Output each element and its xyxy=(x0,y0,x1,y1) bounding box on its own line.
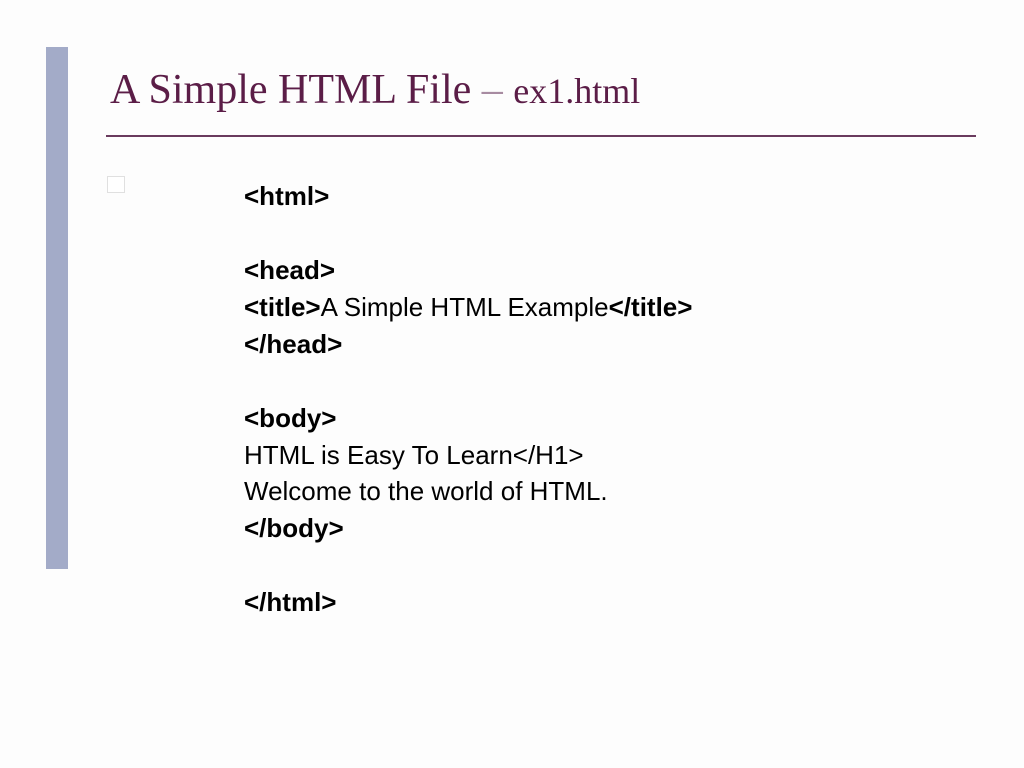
title-main: A Simple HTML File xyxy=(110,67,482,113)
title-underline xyxy=(106,135,976,137)
code-line: <head> xyxy=(244,252,692,289)
slide-title: A Simple HTML File – ex1.html xyxy=(110,66,640,114)
title-sub: ex1.html xyxy=(513,71,640,111)
code-line: <title>A Simple HTML Example</title> xyxy=(244,289,692,326)
code-line: </body> xyxy=(244,510,692,547)
code-blank-line xyxy=(244,363,692,400)
code-line: </html> xyxy=(244,584,692,621)
code-blank-line xyxy=(244,547,692,584)
code-line: HTML is Easy To Learn</H1> xyxy=(244,437,692,474)
code-line: <html> xyxy=(244,178,692,215)
left-accent-bar xyxy=(46,47,68,569)
code-line: Welcome to the world of HTML. xyxy=(244,473,692,510)
code-blank-line xyxy=(244,215,692,252)
code-line: </head> xyxy=(244,326,692,363)
slide: A Simple HTML File – ex1.html <html> <he… xyxy=(0,0,1024,768)
code-line: <body> xyxy=(244,400,692,437)
placeholder-box xyxy=(107,176,125,193)
code-block: <html> <head> <title>A Simple HTML Examp… xyxy=(244,178,692,621)
title-dash: – xyxy=(482,67,514,113)
